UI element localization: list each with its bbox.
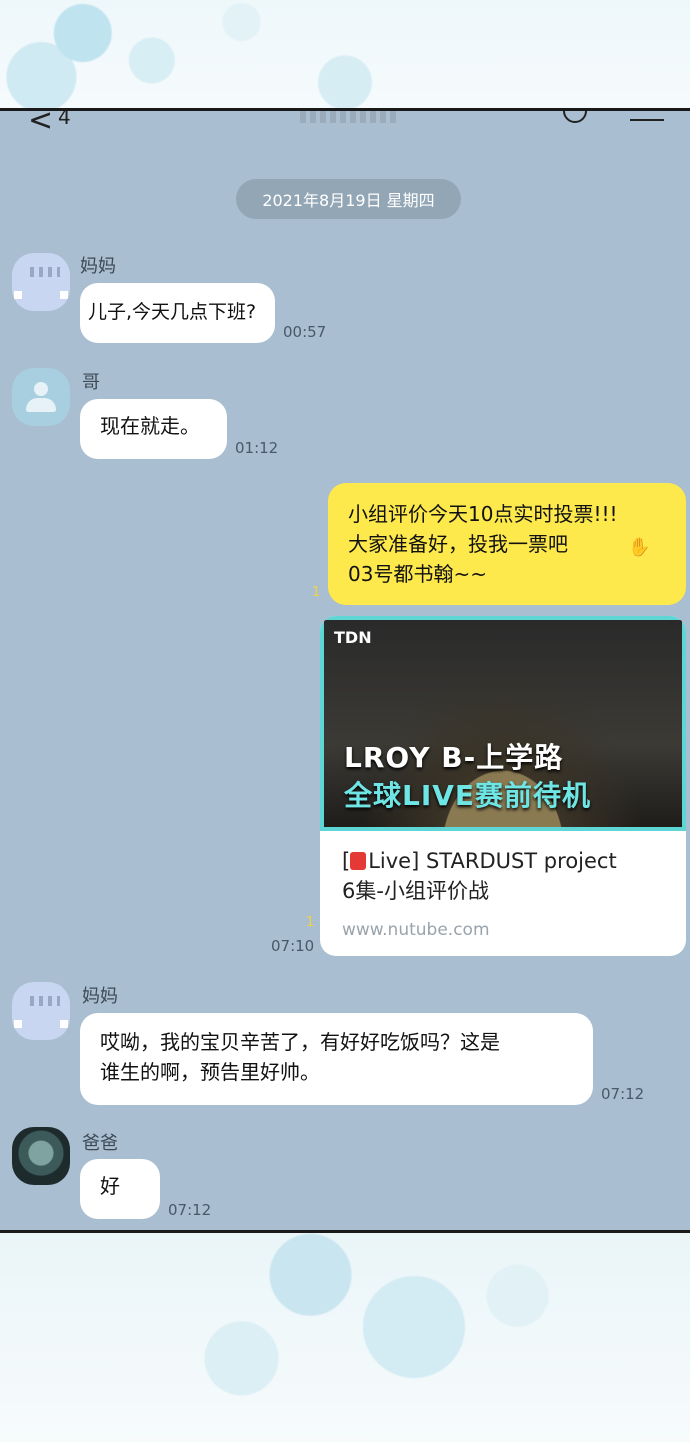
sender-name: 爸爸	[82, 1133, 118, 1154]
blurred-chat-title	[300, 111, 400, 123]
link-title: [Live] STARDUST project 6集-小组评价战	[342, 849, 617, 903]
live-siren-icon	[350, 852, 367, 870]
avatar-mom[interactable]	[12, 982, 70, 1040]
date-divider: 2021年8月19日 星期四	[236, 179, 461, 219]
decorative-bottom-background	[0, 1233, 690, 1442]
avatar-dad[interactable]	[12, 1127, 70, 1185]
message-bubble[interactable]: 哎呦，我的宝贝辛苦了，有好好吃饭吗？这是 谁生的啊，预告里好帅。	[80, 1013, 593, 1105]
link-preview-card[interactable]: TDN LROY B-上学路 全球LIVE赛前待机 [Live] STARDUS…	[320, 616, 686, 956]
message-text: 现在就走。	[100, 414, 200, 438]
thumbnail-subtitle: 全球LIVE赛前待机	[344, 779, 592, 812]
link-url[interactable]: www.nutube.com	[342, 920, 490, 940]
message-time: 07:10	[271, 937, 315, 955]
hands-emoji-icon: ✋	[628, 537, 651, 558]
unread-indicator: 1	[312, 585, 321, 600]
back-arrow-icon[interactable]: <	[28, 111, 53, 138]
unread-count: 4	[58, 108, 71, 129]
message-text-line: 大家准备好，投我一票吧	[348, 532, 568, 556]
message-time: 07:12	[601, 1085, 645, 1103]
tdn-logo: TDN	[334, 628, 372, 647]
own-message-bubble[interactable]: 小组评价今天10点实时投票!!! 大家准备好，投我一票吧 03号都书翰~~ ✋	[328, 483, 686, 605]
thumbnail-title: LROY B-上学路	[344, 741, 564, 774]
message-bubble[interactable]: 现在就走。	[80, 399, 227, 459]
message-time: 01:12	[235, 439, 279, 457]
chat-window: < 4 2021年8月19日 星期四 妈妈 儿子,今天几点下班? 00:57 哥…	[0, 108, 690, 1233]
message-time: 00:57	[283, 323, 327, 341]
video-thumbnail[interactable]: TDN LROY B-上学路 全球LIVE赛前待机	[320, 616, 686, 831]
unread-indicator: 1	[306, 915, 315, 930]
message-text-line: 哎呦，我的宝贝辛苦了，有好好吃饭吗？这是	[100, 1030, 500, 1054]
message-time: 07:12	[168, 1201, 212, 1219]
message-text-line: 小组评价今天10点实时投票!!!	[348, 502, 618, 526]
search-icon[interactable]	[563, 111, 587, 123]
avatar-brother[interactable]	[12, 368, 70, 426]
sender-name: 妈妈	[82, 986, 118, 1007]
menu-icon[interactable]	[630, 119, 664, 121]
sender-name: 妈妈	[80, 256, 116, 277]
avatar-mom[interactable]	[12, 253, 70, 311]
message-text-line: 谁生的啊，预告里好帅。	[100, 1060, 320, 1084]
message-bubble[interactable]: 儿子,今天几点下班?	[80, 283, 275, 343]
message-text-line: 03号都书翰~~	[348, 562, 487, 586]
message-text: 儿子,今天几点下班?	[88, 301, 257, 323]
message-text: 好	[100, 1174, 120, 1198]
decorative-top-background	[0, 0, 690, 110]
message-bubble[interactable]: 好	[80, 1159, 160, 1219]
sender-name: 哥	[82, 372, 100, 393]
